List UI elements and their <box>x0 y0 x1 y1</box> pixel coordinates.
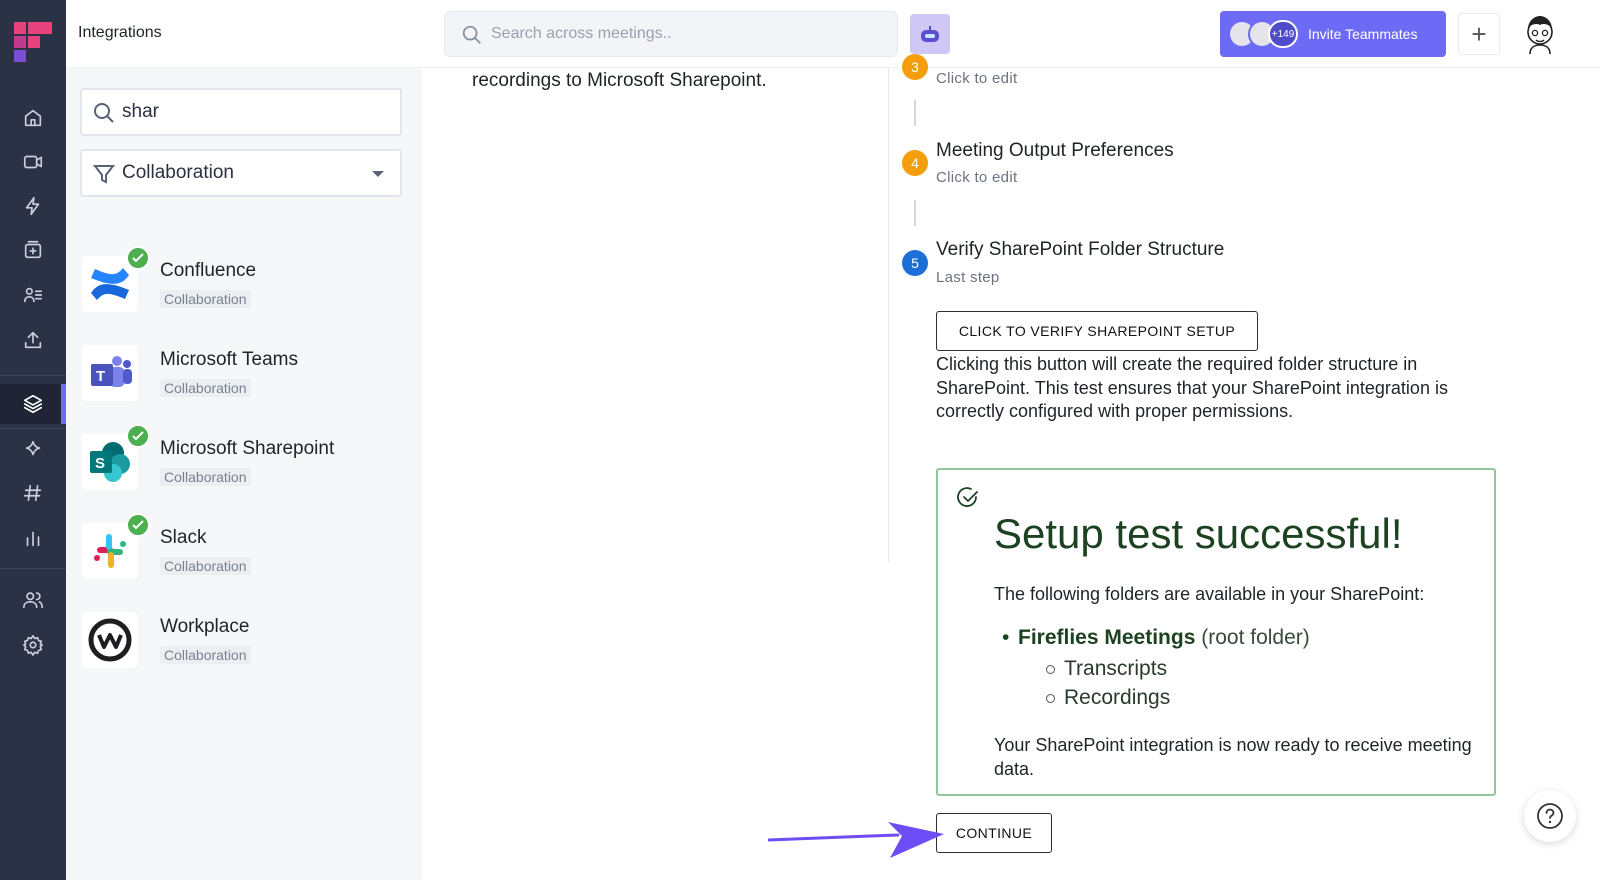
search-icon <box>462 25 481 44</box>
help-question-icon <box>1537 803 1563 829</box>
step-number-badge: 4 <box>902 150 928 176</box>
integration-item-confluence[interactable]: Confluence Collaboration <box>82 246 402 320</box>
integration-name: Confluence <box>160 260 257 281</box>
subfolder-item: Transcripts <box>1046 654 1310 683</box>
integration-details: recordings to Microsoft Sharepoint. <box>422 68 890 880</box>
add-plus-button[interactable]: + <box>1458 13 1500 55</box>
ai-bot-icon[interactable] <box>910 14 950 54</box>
column-divider <box>888 68 889 562</box>
settings-gear-icon[interactable] <box>0 625 66 665</box>
success-title: Setup test successful! <box>994 510 1403 557</box>
pointer-arrow-icon <box>768 822 944 858</box>
filter-funnel-icon <box>92 165 116 184</box>
integration-category-tag: Collaboration <box>160 379 251 397</box>
integration-category-tag: Collaboration <box>160 290 251 308</box>
verify-sharepoint-button[interactable]: CLICK TO VERIFY SHAREPOINT SETUP <box>936 311 1258 351</box>
rail-divider <box>0 375 66 376</box>
integration-name: Slack <box>160 527 207 548</box>
microsoft-teams-logo-icon: T <box>82 345 138 401</box>
contacts-icon[interactable] <box>0 275 66 315</box>
integration-name: Microsoft Sharepoint <box>160 438 335 459</box>
workplace-logo-icon <box>82 612 138 668</box>
teammate-count-badge: +149 <box>1268 20 1298 48</box>
svg-text:T: T <box>96 368 105 385</box>
video-icon[interactable] <box>0 142 66 182</box>
svg-text:S: S <box>95 455 105 472</box>
connected-check-icon <box>126 424 150 448</box>
upload-icon[interactable] <box>0 320 66 360</box>
invite-teammates-label: Invite Teammates <box>1308 26 1418 42</box>
step-title[interactable]: Meeting Output Preferences <box>936 140 1174 162</box>
folder-list: Fireflies Meetings (root folder) Transcr… <box>1002 626 1310 712</box>
home-icon[interactable] <box>0 98 66 138</box>
integration-search-field[interactable] <box>80 88 402 136</box>
integration-category-tag: Collaboration <box>160 557 251 575</box>
chevron-down-icon <box>372 171 384 177</box>
lightning-icon[interactable] <box>0 186 66 226</box>
integration-item-slack[interactable]: Slack Collaboration <box>82 513 402 587</box>
verify-description: Clicking this button will create the req… <box>936 354 1448 421</box>
integration-category-tag: Collaboration <box>160 646 251 664</box>
global-search[interactable] <box>444 11 898 57</box>
integration-name: Workplace <box>160 616 250 637</box>
step-connector <box>914 100 916 126</box>
integrations-panel: Collaboration Confluence Collaboration T… <box>66 68 422 880</box>
rail-divider <box>0 568 66 569</box>
root-folder-item: Fireflies Meetings (root folder) Transcr… <box>1002 626 1310 712</box>
step-title: Verify SharePoint Folder Structure <box>936 239 1225 260</box>
category-filter-value: Collaboration <box>122 162 234 183</box>
fireflies-logo-icon[interactable] <box>14 22 52 62</box>
invite-teammates-button[interactable]: +149 Invite Teammates <box>1220 11 1446 57</box>
team-icon[interactable] <box>0 580 66 620</box>
top-bar: Integrations +149 Invite Teammates + <box>66 0 1600 68</box>
global-search-input[interactable] <box>491 12 881 56</box>
search-icon <box>94 103 114 123</box>
sparkle-icon[interactable] <box>0 429 66 469</box>
continue-button[interactable]: CONTINUE <box>936 813 1052 853</box>
root-folder-name: Fireflies Meetings <box>1018 626 1196 649</box>
help-button[interactable] <box>1524 790 1576 842</box>
subfolder-list: Transcripts Recordings <box>1046 654 1310 712</box>
hashtag-icon[interactable] <box>0 473 66 513</box>
root-folder-note: (root folder) <box>1195 626 1310 649</box>
integrations-layers-icon[interactable] <box>0 384 66 424</box>
step-subtitle: Last step <box>936 269 1000 286</box>
integration-category-tag: Collaboration <box>160 468 251 486</box>
nav-rail <box>0 0 66 880</box>
connected-check-icon <box>126 246 150 270</box>
integration-item-microsoft-teams[interactable]: T Microsoft Teams Collaboration <box>82 339 402 409</box>
setup-steps: 3 Click to edit 4 Meeting Output Prefere… <box>890 54 1600 880</box>
connected-check-icon <box>126 513 150 537</box>
category-filter-select[interactable]: Collaboration <box>80 149 402 197</box>
success-check-icon <box>957 487 978 507</box>
setup-success-panel: Setup test successful! The following fol… <box>936 468 1496 796</box>
step-connector <box>914 200 916 226</box>
success-outro: Your SharePoint integration is now ready… <box>994 735 1472 779</box>
integration-description: recordings to Microsoft Sharepoint. <box>472 70 767 91</box>
meetings-status-icon[interactable] <box>0 230 66 270</box>
user-avatar-icon[interactable] <box>1522 12 1558 54</box>
step-number-badge: 5 <box>902 250 928 276</box>
analytics-icon[interactable] <box>0 518 66 558</box>
success-intro: The following folders are available in y… <box>994 584 1425 604</box>
integration-name: Microsoft Teams <box>160 349 298 370</box>
integration-search-input[interactable] <box>122 90 392 134</box>
step-subtitle[interactable]: Click to edit <box>936 70 1017 87</box>
subfolder-item: Recordings <box>1046 683 1310 712</box>
integration-item-microsoft-sharepoint[interactable]: S Microsoft Sharepoint Collaboration <box>82 424 402 498</box>
page-title: Integrations <box>78 24 162 41</box>
integration-item-workplace[interactable]: Workplace Collaboration <box>82 606 402 676</box>
step-number-badge: 3 <box>902 54 928 80</box>
step-subtitle[interactable]: Click to edit <box>936 169 1017 186</box>
